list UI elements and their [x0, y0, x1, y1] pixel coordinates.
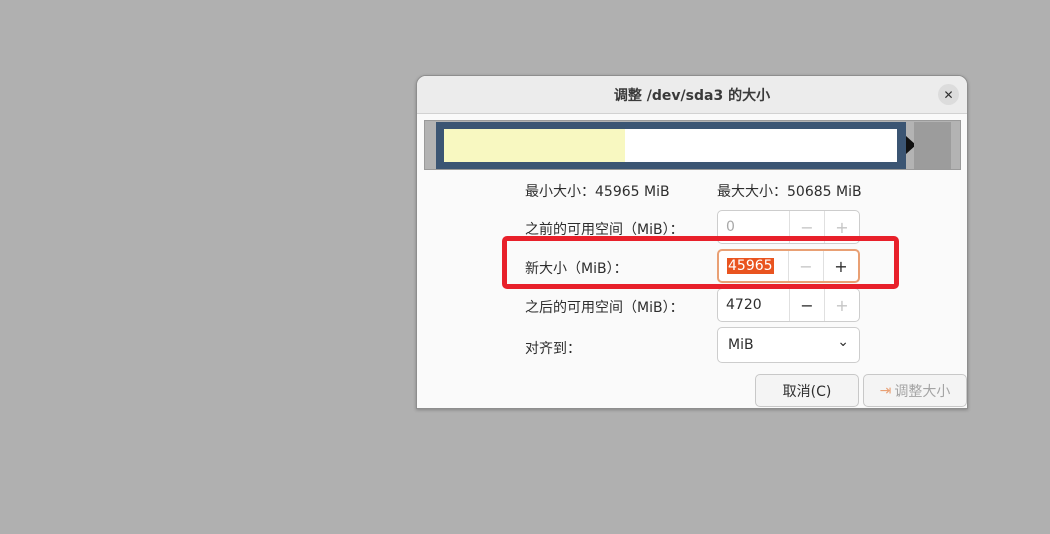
dialog-title: 调整 /dev/sda3 的大小 — [613, 87, 771, 104]
free-after-decrement-button[interactable]: − — [789, 289, 824, 321]
partition-unallocated-space — [914, 122, 951, 169]
minus-icon: − — [800, 217, 814, 237]
partition-space — [444, 129, 897, 162]
cancel-button-label: 取消(C) — [782, 383, 832, 400]
align-label: 对齐到： — [525, 341, 581, 357]
chevron-down-icon: ⌄ — [837, 334, 849, 350]
free-after-input[interactable]: 4720 — [718, 289, 789, 321]
minus-icon: − — [800, 295, 814, 315]
resize-arrow-icon: ⇥ — [879, 382, 892, 399]
free-after-spinbox[interactable]: 4720 − + — [717, 288, 860, 322]
free-after-label: 之后的可用空间（MiB）： — [525, 300, 684, 316]
min-size-label: 最小大小：45965 MiB — [525, 184, 670, 200]
plus-icon: + — [835, 295, 849, 315]
plus-icon: + — [835, 217, 849, 237]
align-selected-value: MiB — [728, 337, 754, 353]
max-size-label: 最大大小：50685 MiB — [717, 184, 862, 200]
partition-frame[interactable] — [436, 122, 906, 169]
cancel-button[interactable]: 取消(C) — [755, 374, 859, 407]
dialog-titlebar: 调整 /dev/sda3 的大小 ✕ — [417, 76, 967, 114]
close-icon: ✕ — [943, 87, 954, 102]
resize-button[interactable]: ⇥ 调整大小 — [863, 374, 967, 407]
resize-button-label: 调整大小 — [894, 383, 951, 400]
align-dropdown[interactable]: MiB ⌄ — [717, 327, 860, 363]
partition-visual-bar — [424, 120, 961, 170]
free-after-increment-button: + — [824, 289, 859, 321]
highlight-annotation-box — [502, 236, 899, 289]
partition-used-space — [444, 129, 626, 162]
close-button[interactable]: ✕ — [938, 84, 959, 105]
